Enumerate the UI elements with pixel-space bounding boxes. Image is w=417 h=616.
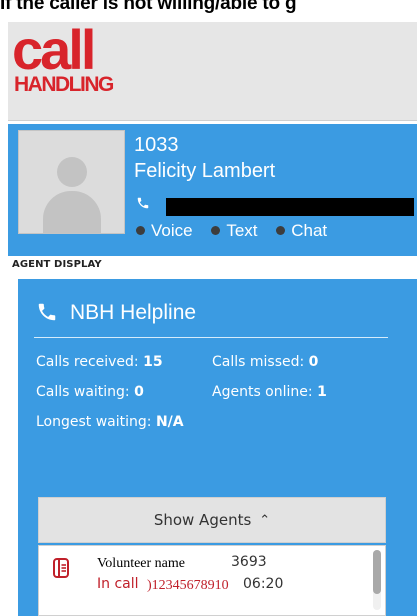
call-duration: 06:20: [243, 576, 284, 592]
agent-status-icon: [53, 558, 69, 578]
status-dot: [276, 226, 286, 235]
agent-name: Felicity Lambert: [134, 160, 276, 182]
show-agents-label: Show Agents: [153, 511, 252, 529]
channel-voice: Voice: [136, 222, 193, 240]
status-dot: [136, 226, 145, 235]
channel-status: Voice Text Chat: [136, 222, 341, 240]
caller-number: )12345678910: [147, 578, 229, 593]
phone-icon: [137, 197, 149, 209]
show-agents-button[interactable]: Show Agents ⌃: [38, 497, 386, 543]
stat-calls-waiting: Calls waiting: 0: [36, 384, 144, 400]
section-label-agent-display: AGENT DISPLAY: [12, 259, 102, 270]
volunteer-extension: 3693: [231, 554, 267, 570]
divider: [34, 337, 388, 338]
stat-value: 0: [308, 354, 319, 370]
list-scrollbar[interactable]: [373, 550, 381, 610]
redacted-phone-number: [166, 198, 414, 216]
channel-label: Voice: [151, 221, 193, 240]
logo-call: call: [12, 18, 96, 81]
stat-agents-online: Agents online: 1: [212, 384, 327, 400]
stat-label: Agents online:: [212, 384, 313, 400]
avatar-body: [43, 191, 101, 233]
volunteer-name: Volunteer name: [97, 556, 185, 571]
stat-value: 15: [143, 354, 163, 370]
stat-label: Calls received:: [36, 354, 139, 370]
agent-profile-panel: 1033 Felicity Lambert Voice Text Chat: [8, 124, 417, 256]
agent-extension: 1033: [134, 134, 179, 156]
stat-label: Calls waiting:: [36, 384, 130, 400]
channel-text: Text: [211, 221, 258, 240]
stat-calls-received: Calls received: 15: [36, 354, 163, 370]
scrollbar-thumb[interactable]: [373, 550, 381, 594]
logo-handling: HANDLING: [14, 73, 114, 96]
channel-label: Text: [226, 221, 258, 240]
avatar-head: [57, 157, 87, 187]
caption-text: If the caller is not willing/able to g: [0, 0, 297, 14]
phone-icon: [38, 303, 56, 321]
agent-list[interactable]: Volunteer name 3693 In call )12345678910…: [38, 545, 386, 616]
channel-label: Chat: [291, 221, 328, 240]
call-handling-logo: call HANDLING: [12, 20, 152, 100]
stat-longest-waiting: Longest waiting: N/A: [36, 414, 184, 430]
stat-value: N/A: [155, 414, 184, 430]
stat-value: 0: [134, 384, 144, 400]
helpline-title: NBH Helpline: [70, 301, 197, 324]
avatar: [18, 130, 125, 234]
agent-display-panel: NBH Helpline Calls received: 15 Calls mi…: [18, 279, 417, 616]
chevron-up-icon: ⌃: [259, 512, 271, 528]
stat-value: 1: [317, 384, 327, 400]
stat-label: Calls missed:: [212, 354, 305, 370]
stat-label: Longest waiting:: [36, 414, 152, 430]
stat-calls-missed: Calls missed: 0: [212, 354, 318, 370]
status-dot: [211, 226, 221, 235]
channel-chat: Chat: [276, 222, 327, 240]
call-status: In call: [97, 576, 139, 592]
